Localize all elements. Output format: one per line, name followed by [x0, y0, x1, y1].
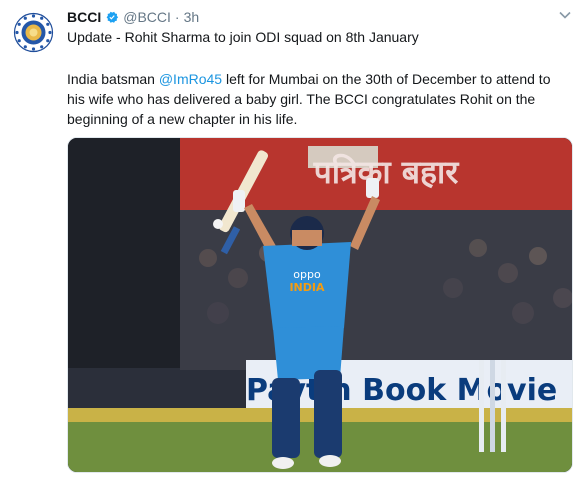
verified-badge-icon: [105, 10, 119, 24]
separator-dot: ·: [174, 9, 180, 25]
tweet-timestamp[interactable]: 3h: [184, 9, 200, 25]
bcci-logo-icon[interactable]: [10, 9, 57, 56]
tweet-text: India batsman @ImRo45 left for Mumbai on…: [67, 69, 572, 129]
tweet-card[interactable]: BCCI @BCCI · 3h Update - Rohit Sharma to…: [0, 0, 586, 478]
tweet-text-start: India batsman: [67, 71, 159, 87]
account-handle[interactable]: @BCCI: [123, 9, 171, 25]
jersey-text: INDIA: [289, 281, 325, 294]
cricket-ball: [213, 219, 223, 229]
stumps: [479, 360, 506, 452]
account-name[interactable]: BCCI: [67, 9, 101, 25]
tweet-title: Update - Rohit Sharma to join ODI squad …: [67, 29, 419, 45]
banner-text: पत्रिका बहार: [313, 153, 461, 191]
crowd: [180, 210, 572, 370]
jersey-brand: oppo: [293, 268, 321, 281]
tweet-header: BCCI @BCCI · 3h: [67, 8, 199, 26]
chevron-down-icon[interactable]: [558, 10, 572, 20]
tweet-photo[interactable]: पत्रिका बहार Paytm Book Movie oppo INDIA: [67, 137, 573, 473]
mention-link[interactable]: @ImRo45: [159, 71, 222, 87]
dark-stand-left: [68, 138, 183, 368]
